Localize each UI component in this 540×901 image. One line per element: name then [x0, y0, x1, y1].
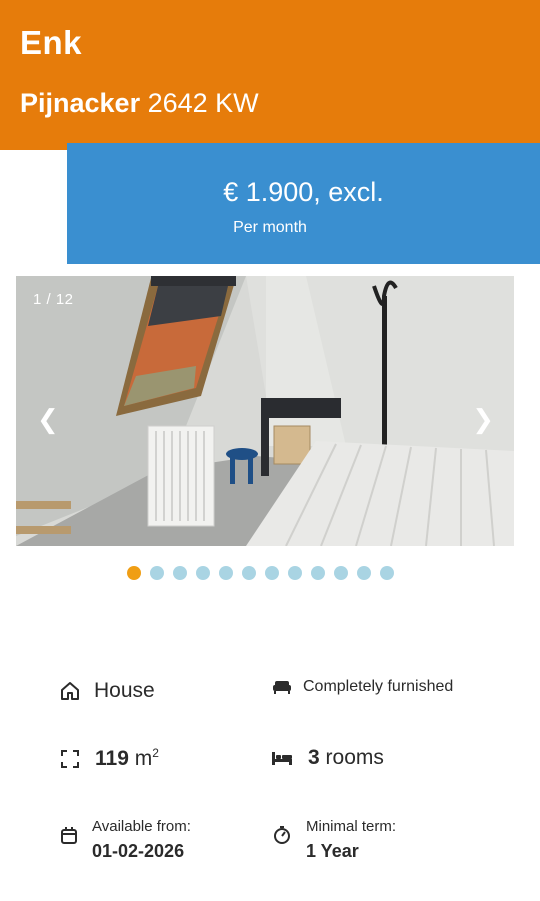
price-period: Per month — [233, 219, 307, 236]
house-icon — [59, 680, 81, 702]
bed-icon — [271, 747, 293, 769]
gallery-dot[interactable] — [288, 566, 302, 580]
area-icon — [59, 748, 81, 770]
calendar-icon — [58, 824, 80, 846]
gallery-dot[interactable] — [219, 566, 233, 580]
gallery-pagination — [127, 566, 394, 580]
listing-header: Enk Pijnacker 2642 KW — [0, 0, 540, 150]
available-date: 01-02-2026 — [92, 841, 185, 861]
sofa-icon — [271, 676, 293, 698]
room-count: 3 rooms — [308, 746, 384, 770]
photo-gallery[interactable]: 1 / 12 ❮ ❯ — [16, 276, 514, 546]
area-value: 119 — [95, 747, 129, 770]
next-image-button[interactable]: ❯ — [472, 404, 494, 435]
gallery-dot[interactable] — [150, 566, 164, 580]
gallery-dot[interactable] — [242, 566, 256, 580]
area-unit: m — [134, 747, 153, 770]
feature-rooms: 3 rooms — [271, 746, 384, 770]
term-value: 1 Year — [306, 841, 359, 861]
gallery-dot[interactable] — [127, 566, 141, 580]
property-type: House — [94, 679, 155, 702]
feature-available-icon — [58, 824, 80, 846]
feature-term: Minimal term: 1 Year — [306, 818, 396, 862]
furnishing-status: Completely furnished — [303, 678, 454, 695]
term-caption: Minimal term: — [306, 818, 397, 835]
feature-furnishing: Completely furnished — [271, 676, 453, 698]
gallery-dot[interactable] — [380, 566, 394, 580]
previous-image-button[interactable]: ❮ — [37, 404, 59, 435]
rooms-value: 3 — [308, 746, 320, 769]
gallery-dot[interactable] — [311, 566, 325, 580]
area-unit-power: 2 — [152, 746, 159, 760]
gallery-dot[interactable] — [265, 566, 279, 580]
postcode: 2642 KW — [147, 88, 259, 118]
timer-icon — [271, 824, 293, 846]
feature-available: Available from: 01-02-2026 — [92, 818, 191, 862]
feature-area: 119 m2 — [59, 746, 159, 771]
gallery-dot[interactable] — [196, 566, 210, 580]
room-photo — [16, 276, 514, 546]
street-name: Enk — [20, 24, 83, 61]
gallery-dot[interactable] — [173, 566, 187, 580]
rooms-unit: rooms — [325, 746, 384, 769]
image-counter: 1 / 12 — [33, 291, 74, 308]
gallery-dot[interactable] — [357, 566, 371, 580]
feature-term-icon — [271, 824, 293, 846]
price-amount: € 1.900, excl. — [223, 177, 384, 207]
city-line: Pijnacker 2642 KW — [20, 88, 259, 119]
feature-type: House — [59, 679, 155, 703]
city-name: Pijnacker — [20, 88, 141, 118]
gallery-dot[interactable] — [334, 566, 348, 580]
floor-area: 119 m2 — [95, 746, 159, 771]
available-caption: Available from: — [92, 818, 191, 835]
price-box: € 1.900, excl. Per month — [67, 143, 540, 264]
